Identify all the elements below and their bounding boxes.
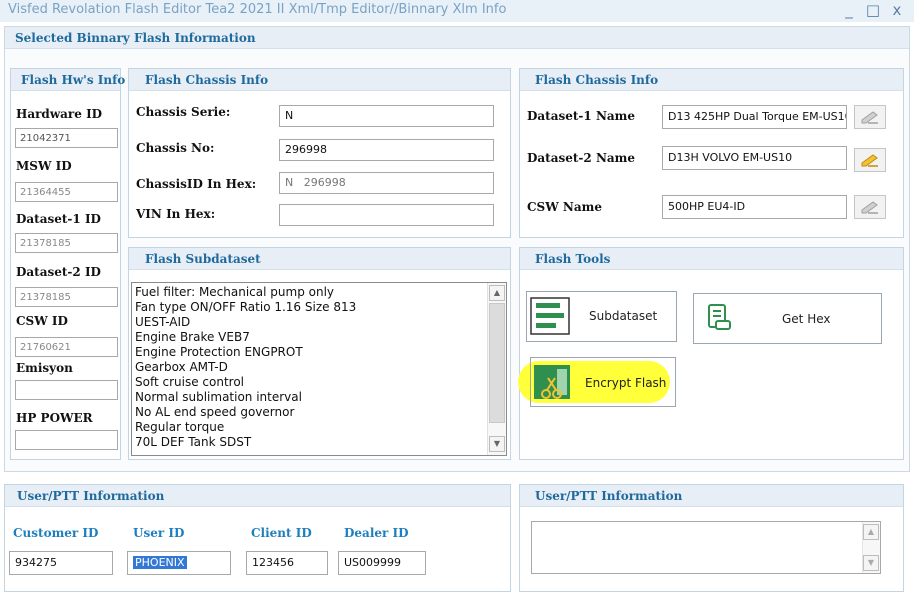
list-item[interactable]: Engine Protection ENGPROT [132, 345, 506, 360]
dealer-id-field[interactable]: US009999 [338, 551, 426, 575]
csw-name-label: CSW Name [527, 200, 602, 214]
dataset-info-title: Flash Chassis Info [520, 69, 903, 91]
list-item[interactable]: Gearbox AMT-D [132, 360, 506, 375]
pencil-icon [861, 111, 878, 124]
subdataset-button[interactable]: Subdataset [526, 291, 677, 342]
user-id-field[interactable]: PHOENIX [127, 551, 231, 575]
list-item[interactable]: Regular torque [132, 420, 506, 435]
list-item[interactable]: No AL end speed governor [132, 405, 506, 420]
vin-hex-field[interactable] [279, 204, 494, 226]
dealer-id-label: Dealer ID [344, 526, 409, 540]
subdataset-listbox[interactable]: Fuel filter: Mechanical pump only Fan ty… [131, 282, 507, 456]
csw-edit-button[interactable] [854, 195, 886, 219]
hp-power-label: HP POWER [16, 411, 93, 425]
dataset1-name-field[interactable]: D13 425HP Dual Torque EM-US10 [662, 105, 847, 129]
encrypt-scissors-icon [534, 365, 570, 399]
msw-id-label: MSW ID [16, 159, 72, 173]
emisyon-field[interactable] [15, 380, 118, 400]
tools-panel: Flash Tools [519, 247, 904, 460]
msw-id-field[interactable]: 21364455 [15, 182, 118, 202]
csw-id-field[interactable]: 21760621 [15, 337, 118, 357]
encrypt-flash-button-label: Encrypt Flash [585, 376, 667, 390]
maximize-button[interactable]: □ [862, 0, 884, 22]
pencil-icon [861, 154, 878, 167]
textarea-scrollbar[interactable]: ▲ ▼ [862, 522, 880, 573]
scroll-up-arrow-icon[interactable]: ▲ [863, 524, 879, 540]
customer-id-label: Customer ID [13, 526, 99, 540]
user-id-label: User ID [133, 526, 185, 540]
list-item[interactable]: Engine Brake VEB7 [132, 330, 506, 345]
emisyon-label: Emisyon [16, 361, 73, 375]
user-info-right-title: User/PTT Information [520, 485, 903, 507]
scroll-thumb[interactable] [489, 303, 505, 423]
list-item[interactable]: Fan type ON/OFF Ratio 1.16 Size 813 [132, 300, 506, 315]
dataset2-name-field[interactable]: D13H VOLVO EM-US10 [662, 146, 847, 170]
title-bar: Visfed Revolation Flash Editor Tea2 2021… [0, 0, 914, 22]
minimize-button[interactable]: _ [838, 0, 860, 22]
chassis-no-field[interactable]: 296998 [279, 139, 494, 161]
dataset2-edit-button[interactable] [854, 148, 886, 172]
list-item[interactable]: Fuel filter: Mechanical pump only [132, 285, 506, 300]
list-item[interactable]: Soft cruise control [132, 375, 506, 390]
chassis-info-title: Flash Chassis Info [129, 69, 510, 91]
encrypt-flash-button[interactable]: Encrypt Flash [530, 357, 676, 407]
hardware-id-field[interactable]: 21042371 [15, 128, 118, 148]
dataset1-id-field[interactable]: 21378185 [15, 233, 118, 253]
subdataset-button-label: Subdataset [589, 309, 658, 323]
hw-info-panel: Flash Hw's Info [10, 68, 125, 460]
chassis-no-label: Chassis No: [136, 141, 215, 155]
csw-name-field[interactable]: 500HP EU4-ID [662, 195, 847, 219]
user-info-textarea[interactable]: ▲ ▼ [531, 521, 881, 574]
tools-title: Flash Tools [520, 248, 903, 270]
client-id-label: Client ID [251, 526, 312, 540]
dataset1-edit-button[interactable] [854, 105, 886, 129]
pencil-icon [861, 201, 878, 214]
user-info-title: User/PTT Information [5, 485, 510, 507]
vin-hex-label: VIN In Hex: [136, 207, 216, 221]
dataset2-name-label: Dataset-2 Name [527, 151, 636, 165]
hardware-id-label: Hardware ID [16, 107, 103, 121]
client-id-field[interactable]: 123456 [246, 551, 328, 575]
chassis-id-hex-label: ChassisID In Hex: [136, 177, 257, 191]
customer-id-field[interactable]: 934275 [9, 551, 113, 575]
window-title: Visfed Revolation Flash Editor Tea2 2021… [8, 2, 507, 17]
list-item[interactable]: 70L DEF Tank SDST [132, 435, 506, 450]
scroll-up-arrow-icon[interactable]: ▲ [489, 285, 505, 301]
chassis-id-hex-field[interactable]: N 296998 [279, 172, 494, 194]
dataset2-id-label: Dataset-2 ID [16, 265, 101, 279]
get-hex-button-label: Get Hex [782, 312, 831, 326]
subdataset-scrollbar[interactable]: ▲ ▼ [487, 283, 506, 455]
csw-id-label: CSW ID [16, 314, 68, 328]
list-item[interactable]: UEST-AID [132, 315, 506, 330]
table-list-icon [530, 297, 570, 335]
chassis-serie-label: Chassis Serie: [136, 105, 231, 119]
dataset1-name-label: Dataset-1 Name [527, 109, 636, 123]
dataset1-id-label: Dataset-1 ID [16, 212, 101, 226]
get-hex-button[interactable]: Get Hex [693, 293, 882, 344]
chassis-serie-field[interactable]: N [279, 105, 494, 127]
binary-info-title: Selected Binnary Flash Information [5, 27, 909, 49]
scroll-down-arrow-icon[interactable]: ▼ [863, 555, 879, 571]
dataset2-id-field[interactable]: 21378185 [15, 287, 118, 307]
list-item[interactable]: Normal sublimation interval [132, 390, 506, 405]
document-hex-icon [708, 304, 731, 330]
scroll-down-arrow-icon[interactable]: ▼ [489, 436, 505, 452]
subdataset-title: Flash Subdataset [129, 248, 510, 270]
hw-info-title: Flash Hw's Info [11, 69, 125, 91]
close-button[interactable]: x [886, 0, 908, 22]
hp-power-field[interactable] [15, 430, 118, 450]
user-id-value: PHOENIX [133, 556, 187, 569]
